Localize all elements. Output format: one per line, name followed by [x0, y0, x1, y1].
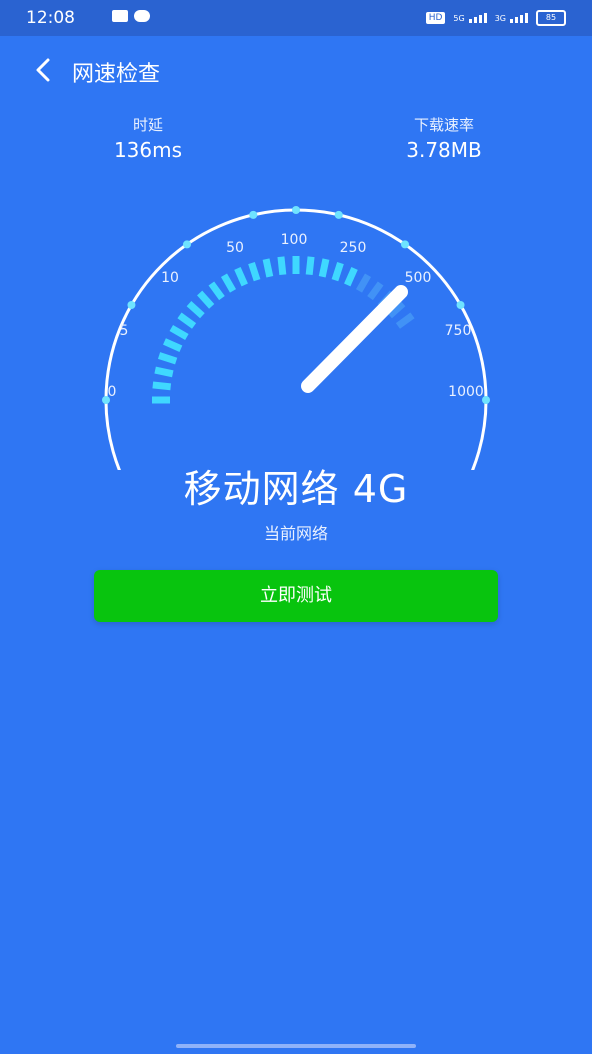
gauge-tick — [331, 261, 344, 282]
network-caption: 当前网络 — [263, 524, 328, 543]
back-button[interactable] — [28, 54, 58, 86]
network-name: 移动网络 4G — [183, 467, 409, 511]
gauge-needle — [301, 285, 408, 393]
scale-label-5: 5 — [120, 323, 129, 339]
battery-level: 85 — [545, 13, 557, 22]
gauge-tick — [305, 256, 315, 276]
home-indicator — [176, 1044, 416, 1048]
gauge-dot — [292, 206, 300, 214]
gauge-dot — [400, 240, 409, 249]
chevron-left-icon — [36, 58, 50, 82]
status-bar: 12:08 HD 5G 3G 85 — [0, 0, 592, 36]
gauge-tick — [395, 312, 415, 329]
gauge-tick — [220, 273, 237, 293]
scale-label-10: 10 — [161, 270, 179, 286]
gauge-tick — [262, 258, 274, 278]
gauge-tick — [154, 366, 174, 378]
gauge-tick — [367, 281, 384, 301]
gauge-tick — [344, 267, 358, 287]
gauge-dot — [127, 301, 136, 309]
gauge-tick — [197, 290, 215, 309]
gauge-tick — [234, 267, 248, 287]
scale-label-0: 0 — [108, 384, 117, 400]
gauge-tick — [163, 338, 183, 352]
gauge-tick — [355, 273, 372, 293]
gauge-tick — [248, 261, 261, 282]
scale-label-750: 750 — [445, 323, 472, 339]
gauge-dot — [183, 240, 192, 249]
start-test-button[interactable]: 立即测试 — [94, 570, 498, 622]
battery-icon: 85 — [536, 10, 566, 26]
download-metric: 下载速率 3.78MB — [394, 114, 494, 162]
download-value: 3.78MB — [406, 138, 482, 162]
gauge-tick — [208, 281, 225, 301]
scale-label-1000: 1000 — [448, 384, 484, 400]
scale-label-100: 100 — [281, 232, 308, 248]
scale-label-500: 500 — [405, 270, 432, 286]
gauge-tick — [277, 256, 287, 276]
latency-value: 136ms — [113, 138, 183, 162]
gauge-tick — [169, 324, 189, 341]
page-title: 网速检查 — [72, 62, 161, 87]
latency-metric: 时延 136ms — [104, 114, 192, 162]
gauge-tick — [177, 312, 197, 329]
gauge-dot — [334, 210, 343, 219]
status-time: 12:08 — [26, 8, 75, 28]
gauge-tick — [186, 301, 205, 319]
latency-label: 时延 — [132, 116, 163, 134]
download-label: 下载速率 — [413, 116, 474, 134]
gauge-tick — [157, 352, 178, 365]
gauge-tick — [152, 381, 172, 391]
signal-5g-icon: 5G — [453, 13, 487, 23]
signal-3g-icon: 3G — [495, 13, 528, 23]
calendar-icon — [112, 10, 128, 22]
header: 网速检查 — [0, 48, 592, 92]
scale-label-250: 250 — [340, 240, 367, 256]
outer-arc-path — [104, 208, 488, 470]
gauge-dot — [456, 301, 465, 309]
chat-icon — [134, 10, 150, 22]
gauge-outer-arc — [104, 208, 488, 470]
speed-gauge: 0 5 10 50 100 250 500 750 1000 — [102, 206, 490, 470]
hd-icon: HD — [425, 12, 446, 24]
gauge-dot — [249, 210, 258, 219]
gauge-tick — [318, 258, 330, 278]
scale-label-50: 50 — [226, 240, 244, 256]
